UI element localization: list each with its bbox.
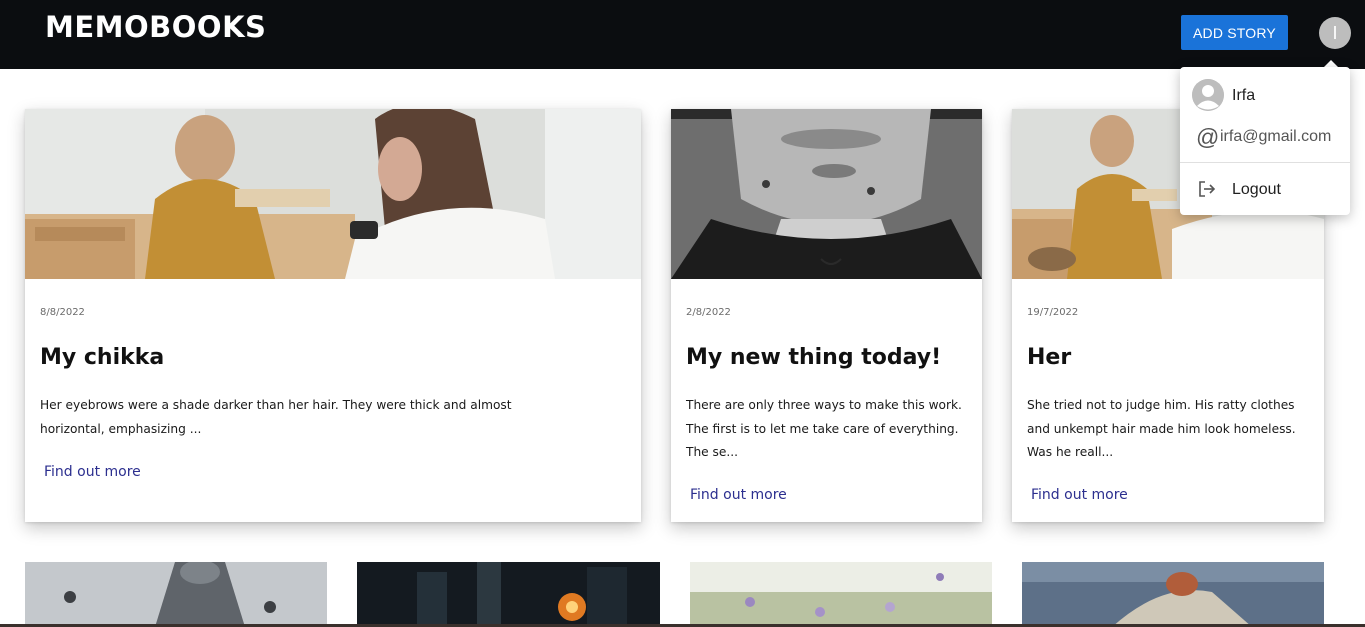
add-story-button[interactable]: ADD STORY <box>1181 15 1288 50</box>
story-date: 19/7/2022 <box>1027 307 1079 318</box>
find-out-more-link[interactable]: Find out more <box>690 487 787 503</box>
logout-label: Logout <box>1232 181 1281 198</box>
user-email: irfa@gmail.com <box>1220 128 1332 145</box>
story-card[interactable]: 8/8/2022 My chikka Her eyebrows were a s… <box>25 109 641 522</box>
story-card[interactable]: 2/8/2022 My new thing today! There are o… <box>671 109 982 522</box>
story-date: 8/8/2022 <box>40 307 85 318</box>
story-excerpt: She tried not to judge him. His ratty cl… <box>1027 398 1296 459</box>
find-out-more-link[interactable]: Find out more <box>44 464 141 480</box>
story-title: My new thing today! <box>686 345 942 370</box>
story-photo <box>1022 562 1324 627</box>
top-navbar: MEMOBOOKS ADD STORY I <box>0 0 1365 69</box>
story-image[interactable] <box>690 562 992 627</box>
story-excerpt: There are only three ways to make this w… <box>686 398 962 459</box>
user-menu-dropdown: Irfa @ irfa@gmail.com Logout <box>1180 67 1350 215</box>
story-photo <box>357 562 660 627</box>
story-image[interactable] <box>357 562 660 627</box>
story-excerpt: Her eyebrows were a shade darker than he… <box>40 398 512 436</box>
story-image[interactable] <box>671 109 982 279</box>
story-photo <box>671 109 982 279</box>
brand-logo[interactable]: MEMOBOOKS <box>45 10 266 44</box>
user-name: Irfa <box>1232 87 1256 104</box>
story-photo <box>690 562 992 627</box>
find-out-more-link[interactable]: Find out more <box>1031 487 1128 503</box>
story-title: Her <box>1027 345 1072 370</box>
logout-icon <box>1198 180 1216 202</box>
story-title: My chikka <box>40 345 165 370</box>
logout-menu-item[interactable]: Logout <box>1180 171 1350 207</box>
account-circle-icon <box>1192 79 1224 111</box>
story-photo <box>25 562 327 627</box>
story-image[interactable] <box>25 562 327 627</box>
story-photo <box>25 109 641 279</box>
user-avatar-button[interactable]: I <box>1319 17 1351 49</box>
story-image[interactable] <box>1022 562 1324 627</box>
at-sign-icon: @ <box>1196 124 1220 150</box>
story-date: 2/8/2022 <box>686 307 731 318</box>
story-image[interactable] <box>25 109 641 279</box>
menu-divider <box>1180 162 1350 163</box>
